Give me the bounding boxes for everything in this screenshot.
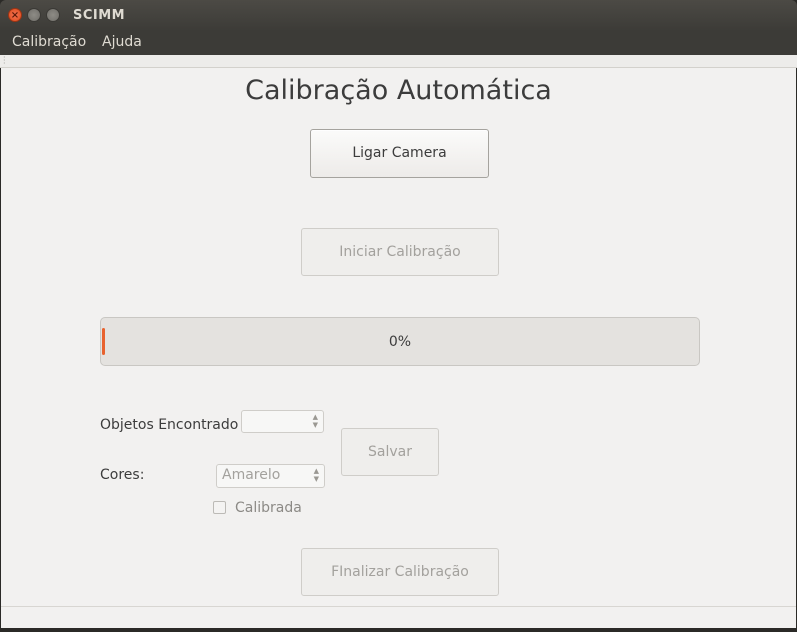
ligar-camera-button[interactable]: Ligar Camera bbox=[310, 129, 489, 178]
title-bar: × SCIMM bbox=[0, 0, 797, 31]
calibration-progress-bar: 0% bbox=[100, 317, 700, 366]
status-bar bbox=[1, 606, 796, 629]
toolbar-grip-icon[interactable]: · · · bbox=[3, 54, 6, 68]
cores-select[interactable]: Amarelo ▲ ▼ bbox=[216, 464, 325, 488]
menu-calibracao[interactable]: Calibração bbox=[12, 34, 86, 50]
select-arrows-icon[interactable]: ▲ ▼ bbox=[314, 467, 319, 483]
close-window-button[interactable]: × bbox=[8, 8, 22, 22]
window-title: SCIMM bbox=[73, 8, 126, 23]
finalizar-calibracao-button[interactable]: FInalizar Calibração bbox=[301, 548, 499, 596]
maximize-window-button[interactable] bbox=[46, 8, 60, 22]
app-window: × SCIMM Calibração Ajuda · · · Calibração … bbox=[0, 0, 797, 632]
cores-value: Amarelo bbox=[222, 467, 281, 483]
iniciar-calibracao-button[interactable]: Iniciar Calibração bbox=[301, 228, 499, 276]
cores-label: Cores: bbox=[100, 467, 145, 483]
page-title: Calibração Automática bbox=[245, 75, 552, 106]
minimize-window-button[interactable] bbox=[27, 8, 41, 22]
menu-ajuda[interactable]: Ajuda bbox=[102, 34, 142, 50]
toolbar-strip: · · · bbox=[0, 54, 797, 68]
spin-arrows-icon[interactable]: ▲ ▼ bbox=[313, 413, 318, 429]
objetos-encontrado-label: Objetos Encontrado bbox=[100, 417, 239, 433]
menu-bar: Calibração Ajuda bbox=[0, 31, 797, 55]
objetos-encontrado-spinbox[interactable]: ▲ ▼ bbox=[241, 410, 324, 433]
calibrada-label: Calibrada bbox=[235, 500, 302, 516]
progress-text: 0% bbox=[388, 334, 412, 350]
window-bottom-edge bbox=[0, 628, 797, 632]
calibrada-checkbox[interactable] bbox=[213, 501, 226, 514]
salvar-button[interactable]: Salvar bbox=[341, 428, 439, 476]
